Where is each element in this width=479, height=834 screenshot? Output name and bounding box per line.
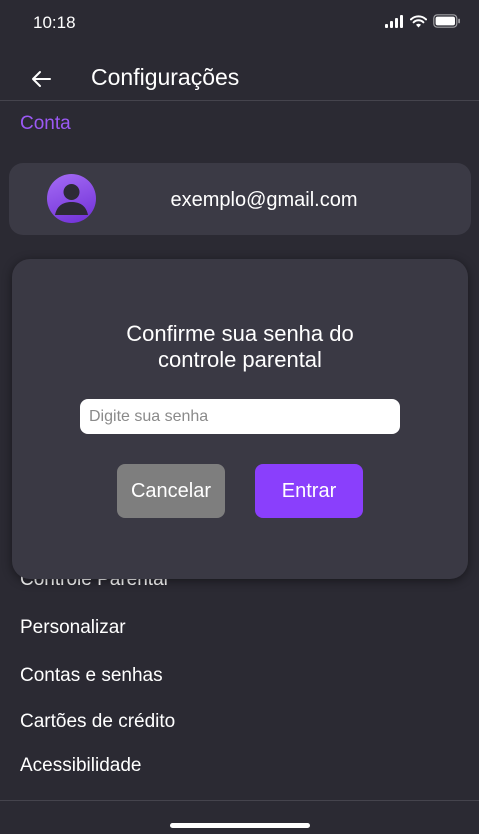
menu-item-accounts-passwords[interactable]: Contas e senhas [20, 665, 163, 687]
account-email: exemplo@gmail.com [170, 189, 358, 211]
header-divider [0, 100, 479, 101]
status-time: 10:18 [33, 13, 76, 32]
dialog-title-line-1: Confirme sua senha do [126, 321, 354, 346]
parental-password-dialog: Confirme sua senha do controle parental … [12, 259, 468, 579]
dialog-title-line-2: controle parental [158, 347, 322, 372]
menu-item-accessibility[interactable]: Acessibilidade [20, 755, 141, 777]
menu-item-personalize[interactable]: Personalizar [20, 617, 126, 639]
cancel-button[interactable]: Cancelar [117, 464, 225, 518]
back-button[interactable] [26, 64, 56, 94]
dialog-title: Confirme sua senha do controle parental [12, 321, 468, 373]
home-indicator[interactable] [170, 823, 310, 828]
app-header: Configurações [0, 58, 479, 100]
page-title: Configurações [91, 64, 240, 90]
arrow-left-icon [32, 71, 51, 87]
password-input[interactable] [80, 399, 400, 434]
battery-icon [433, 14, 460, 28]
wifi-icon [410, 14, 427, 27]
menu-item-credit-cards[interactable]: Cartões de crédito [20, 711, 175, 733]
account-card[interactable]: exemplo@gmail.com [9, 163, 471, 235]
status-icons [385, 14, 461, 28]
section-label-account: Conta [20, 113, 71, 134]
enter-button[interactable]: Entrar [255, 464, 363, 518]
signal-icon [385, 14, 403, 28]
status-bar: 10:18 [0, 0, 479, 46]
bottom-divider [0, 800, 479, 801]
